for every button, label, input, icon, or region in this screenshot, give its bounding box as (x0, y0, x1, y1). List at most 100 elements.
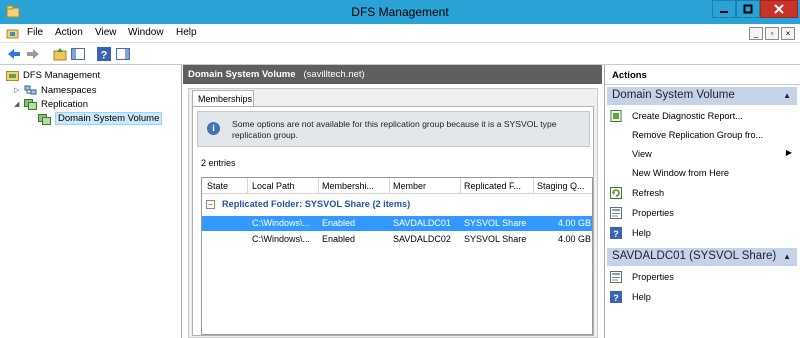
column-header-member[interactable]: Member (393, 181, 459, 191)
tree-label: DFS Management (23, 69, 101, 81)
action-member-help[interactable]: ? Help (610, 288, 795, 305)
cell-replicated-folder: SYSVOL Share (464, 218, 527, 228)
mdi-restore-button[interactable]: ▫ (765, 27, 779, 40)
window-title: DFS Management (351, 5, 449, 19)
svg-text:?: ? (613, 293, 619, 303)
group-label: Replicated Folder: SYSVOL Share (2 items… (222, 199, 411, 209)
column-divider[interactable] (247, 178, 248, 194)
mdi-close-button[interactable]: × (781, 27, 795, 40)
toolbar: ? (0, 43, 800, 65)
action-label: Remove Replication Group fro... (632, 129, 764, 140)
properties-icon (610, 270, 622, 283)
action-label: Properties (632, 271, 674, 282)
table-row[interactable]: C:\Windows\... Enabled SAVDALDC02 SYSVOL… (202, 232, 592, 247)
action-label: Help (632, 291, 651, 302)
collapse-arrow-icon[interactable]: ◢ (14, 100, 22, 108)
minimize-button[interactable] (712, 0, 736, 18)
action-label: New Window from Here (632, 167, 730, 178)
back-arrow-icon[interactable] (6, 46, 22, 62)
collapse-group-icon[interactable]: − (206, 199, 215, 209)
svg-text:?: ? (613, 229, 619, 239)
replication-group-icon (38, 113, 51, 125)
column-header-state[interactable]: State (207, 181, 247, 191)
details-pane: Domain System Volume (savilltech.net) Me… (183, 65, 602, 338)
mmc-document-icon (6, 29, 19, 39)
tree-node-namespaces[interactable]: ▷ Namespaces (14, 84, 96, 96)
up-folder-icon[interactable] (52, 46, 68, 62)
info-banner-text: Some options are not available for this … (232, 119, 557, 140)
expand-arrow-icon[interactable]: ▷ (14, 86, 22, 94)
submenu-arrow-icon: ▶ (785, 148, 792, 157)
action-refresh[interactable]: Refresh (610, 184, 795, 201)
entries-count: 2 entries (201, 158, 236, 168)
namespaces-icon (24, 85, 37, 95)
tree-label: Domain System Volume (55, 112, 163, 125)
cell-member: SAVDALDC01 (393, 218, 451, 228)
blank-icon (610, 148, 622, 160)
maximize-icon (743, 4, 753, 14)
action-properties[interactable]: Properties (610, 204, 795, 221)
close-button[interactable] (760, 0, 798, 18)
title-bar: DFS Management (0, 0, 800, 24)
show-hide-tree-icon[interactable] (70, 46, 86, 62)
cell-member: SAVDALDC02 (393, 234, 451, 244)
action-label: Refresh (632, 187, 665, 198)
group-header-sysvol-share[interactable]: − Replicated Folder: SYSVOL Share (2 ite… (206, 199, 410, 209)
menu-window[interactable]: Window (128, 27, 164, 38)
actions-pane: Actions Domain System Volume ▲ Create Di… (604, 65, 800, 338)
menu-view[interactable]: View (95, 27, 117, 38)
action-help[interactable]: ? Help (610, 224, 795, 241)
cell-staging-quota: 4.00 GB (557, 234, 591, 244)
column-header-membership[interactable]: Membershi... (322, 181, 388, 191)
svg-text:?: ? (101, 50, 108, 62)
collapse-section-icon[interactable]: ▲ (783, 252, 791, 261)
collapse-section-icon[interactable]: ▲ (783, 91, 791, 100)
column-divider[interactable] (318, 178, 319, 194)
cell-membership: Enabled (322, 234, 356, 244)
action-label: View (632, 148, 652, 159)
action-view[interactable]: View ▶ (610, 145, 795, 162)
tree-label: Replication (41, 98, 88, 110)
cell-local-path: C:\Windows\... (252, 234, 311, 244)
menu-help[interactable]: Help (176, 27, 197, 38)
action-remove-replication-group[interactable]: Remove Replication Group fro... (610, 126, 795, 143)
column-header-replicated-folder[interactable]: Replicated F... (464, 181, 532, 191)
actions-section-savdaldc01[interactable]: SAVDALDC01 (SYSVOL Share) ▲ (607, 248, 797, 266)
table-row[interactable]: C:\Windows\... Enabled SAVDALDC01 SYSVOL… (202, 216, 592, 231)
column-divider[interactable] (460, 178, 461, 194)
tree-node-domain-system-volume[interactable]: Domain System Volume (38, 112, 163, 125)
blank-icon (610, 129, 622, 141)
show-action-pane-icon[interactable] (115, 46, 131, 62)
tree-node-replication[interactable]: ◢ Replication (14, 98, 88, 110)
info-banner: i Some options are not available for thi… (197, 111, 590, 147)
action-new-window-from-here[interactable]: New Window from Here (610, 164, 795, 181)
column-divider[interactable] (533, 178, 534, 194)
tab-panel: Memberships i Some options are not avail… (188, 88, 598, 338)
section-title: Domain System Volume (612, 89, 735, 101)
help-icon: ? (610, 226, 622, 239)
refresh-icon (610, 186, 622, 199)
action-create-diagnostic-report[interactable]: Create Diagnostic Report... (610, 107, 795, 124)
cell-membership: Enabled (322, 218, 356, 228)
column-divider[interactable] (389, 178, 390, 194)
navigation-tree: DFS Management ▷ Namespaces ◢ Replicatio… (0, 65, 182, 338)
mdi-minimize-button[interactable]: _ (749, 27, 763, 40)
column-header-local-path[interactable]: Local Path (252, 181, 318, 191)
menu-file[interactable]: File (27, 27, 43, 38)
action-label: Properties (632, 207, 674, 218)
tab-memberships[interactable]: Memberships (192, 90, 254, 107)
action-label: Help (632, 227, 651, 238)
section-title: SAVDALDC01 (SYSVOL Share) (612, 250, 777, 262)
tree-node-dfs-management[interactable]: DFS Management (6, 69, 100, 81)
column-header-staging-quota[interactable]: Staging Q... (537, 181, 591, 191)
cell-local-path: C:\Windows\... (252, 218, 311, 228)
blank-icon (610, 167, 622, 179)
actions-title: Actions (605, 65, 800, 85)
menu-action[interactable]: Action (55, 27, 83, 38)
help-toolbar-icon[interactable]: ? (96, 46, 112, 62)
info-icon: i (207, 122, 220, 135)
actions-section-domain-system-volume[interactable]: Domain System Volume ▲ (607, 87, 797, 105)
maximize-button[interactable] (736, 0, 760, 18)
forward-arrow-icon[interactable] (25, 46, 41, 62)
action-member-properties[interactable]: Properties (610, 268, 795, 285)
